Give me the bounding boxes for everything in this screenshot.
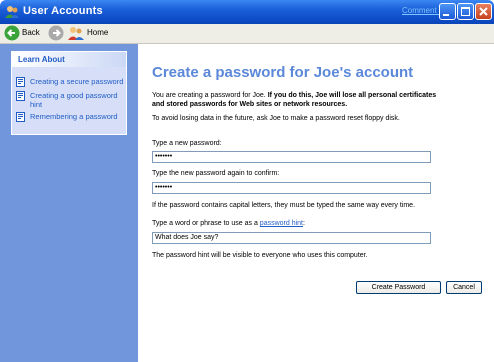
hint-label-suffix: :: [303, 220, 305, 227]
new-password-label: Type a new password:: [152, 140, 222, 147]
learn-item-label[interactable]: Creating a secure password: [30, 77, 123, 86]
home-button[interactable]: Home: [68, 25, 112, 42]
minimize-button[interactable]: [439, 3, 456, 20]
learn-about-panel: Learn About Creating a secure password C…: [11, 51, 127, 135]
home-label: Home: [87, 28, 109, 37]
close-icon: [479, 7, 488, 16]
reset-disk-advice: To avoid losing data in the future, ask …: [152, 115, 400, 122]
hint-label-prefix: Type a word or phrase to use as a: [152, 220, 260, 227]
confirm-password-value: •••••••: [155, 184, 173, 191]
maximize-button[interactable]: [457, 3, 474, 20]
capital-letters-note: If the password contains capital letters…: [152, 202, 416, 209]
learn-about-header: Learn About: [12, 52, 126, 67]
close-button[interactable]: [475, 3, 492, 20]
navigation-toolbar: Back Home: [0, 24, 494, 44]
learn-item-label[interactable]: Remembering a password: [30, 112, 118, 121]
help-topic-icon: [16, 77, 25, 87]
cancel-button[interactable]: Cancel: [446, 281, 482, 294]
warning-normal-text: You are creating a password for Joe.: [152, 92, 268, 99]
new-password-value: •••••••: [155, 153, 173, 160]
create-password-button[interactable]: Create Password: [356, 281, 441, 294]
back-button[interactable]: Back: [4, 25, 44, 42]
main-content: Create a password for Joe's account You …: [138, 44, 494, 362]
task-sidebar: Learn About Creating a secure password C…: [0, 44, 138, 362]
user-accounts-window: User Accounts Comment 1 Back Home Learn …: [0, 0, 494, 362]
learn-about-title: Learn About: [18, 55, 65, 64]
password-hint-link[interactable]: password hint: [260, 220, 303, 227]
password-hint-value: What does Joe say?: [155, 234, 219, 241]
page-title: Create a password for Joe's account: [152, 64, 414, 81]
hint-visibility-note: The password hint will be visible to eve…: [152, 252, 368, 259]
maximize-icon: [461, 7, 470, 16]
confirm-password-field[interactable]: •••••••: [152, 182, 431, 194]
password-hint-label: Type a word or phrase to use as a passwo…: [152, 220, 305, 227]
password-hint-field[interactable]: What does Joe say?: [152, 232, 431, 244]
forward-arrow-icon[interactable]: [48, 25, 64, 41]
help-topic-icon: [16, 112, 25, 122]
warning-text: You are creating a password for Joe. If …: [152, 91, 442, 109]
title-bar[interactable]: User Accounts Comment 1: [0, 0, 494, 24]
new-password-field[interactable]: •••••••: [152, 151, 431, 163]
minimize-icon: [443, 14, 449, 16]
user-accounts-home-icon: [68, 27, 84, 40]
comment-link[interactable]: Comment 1: [402, 6, 443, 15]
back-label: Back: [22, 28, 40, 37]
learn-item-label[interactable]: Creating a good password hint: [30, 91, 120, 109]
confirm-password-label: Type the new password again to confirm:: [152, 170, 280, 177]
help-topic-icon: [16, 91, 25, 101]
user-accounts-icon: [5, 6, 19, 18]
back-arrow-icon: [4, 25, 20, 41]
window-title: User Accounts: [23, 5, 103, 17]
